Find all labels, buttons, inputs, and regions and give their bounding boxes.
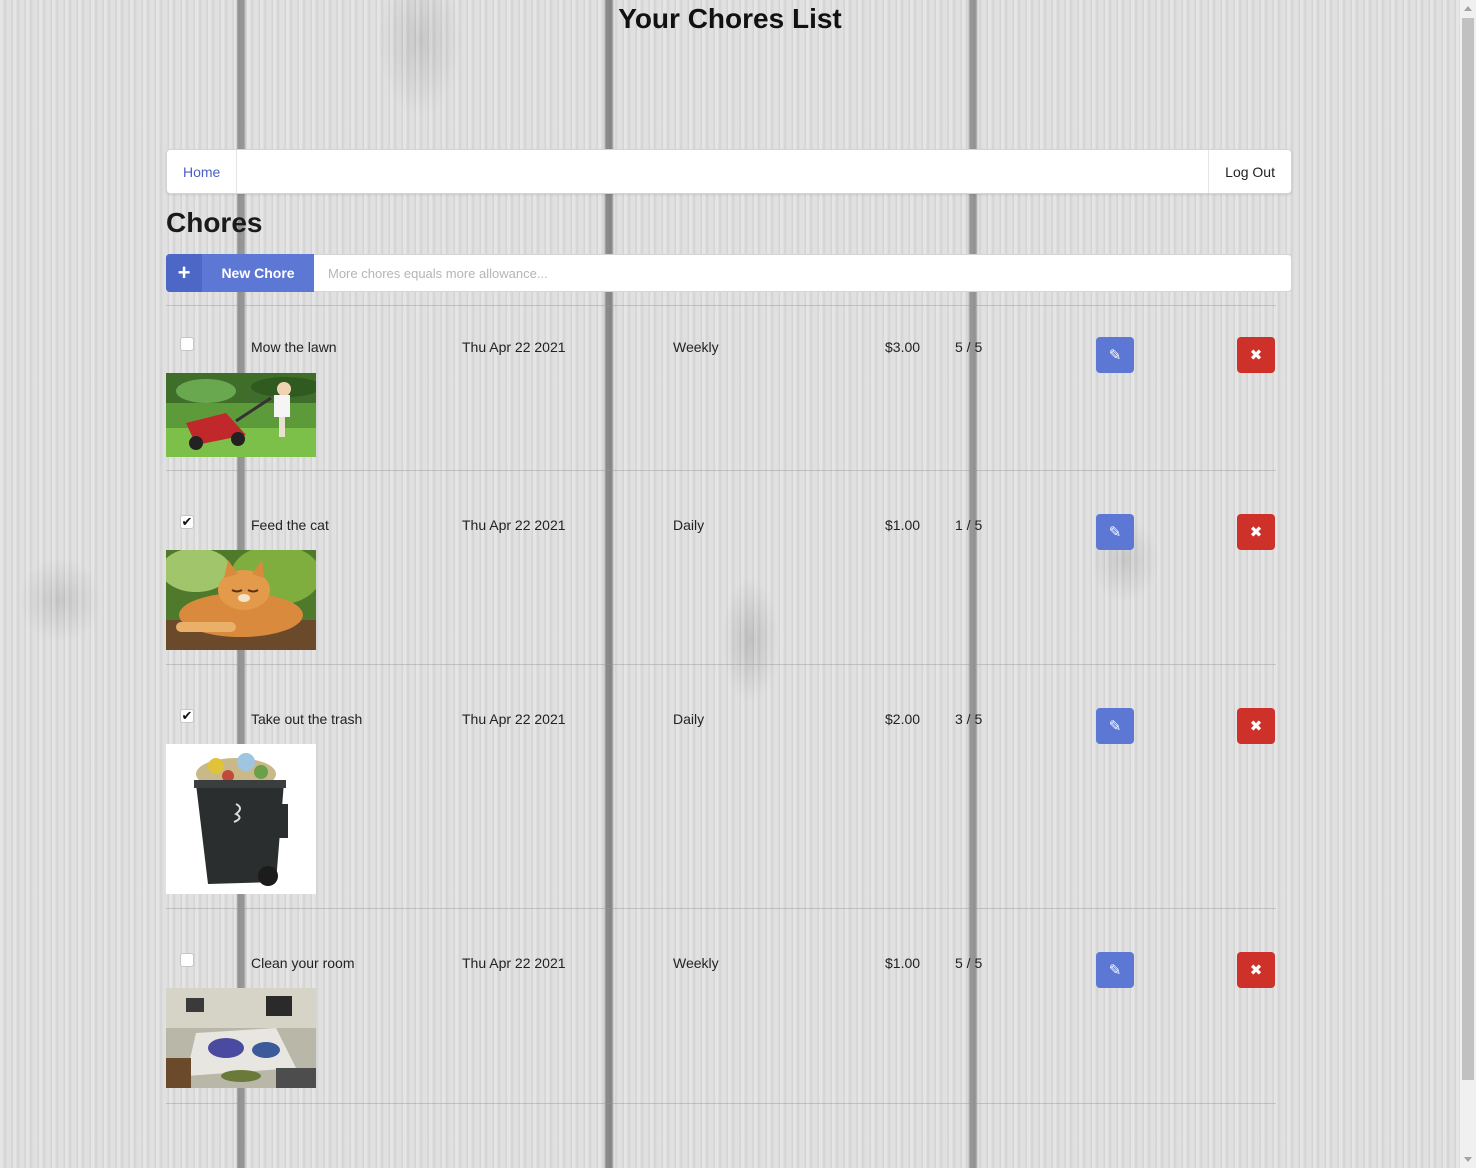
- new-chore-bar: + New Chore: [166, 254, 1292, 292]
- check-icon: ✔: [181, 514, 193, 529]
- chore-price: $1.00: [885, 955, 921, 971]
- chore-row: ✔ Take out the trash Thu Apr 22 2021 Dai…: [166, 664, 1276, 909]
- close-icon: ✖: [1249, 347, 1263, 364]
- chore-date: Thu Apr 22 2021: [462, 517, 566, 533]
- top-navbar: Home Log Out: [166, 149, 1292, 194]
- chore-count: 5 / 5: [955, 955, 983, 971]
- new-chore-button[interactable]: + New Chore: [166, 254, 314, 292]
- page-title: Your Chores List: [618, 3, 842, 34]
- section-title: Chores: [166, 207, 263, 238]
- scroll-down-arrow-icon[interactable]: [1464, 1157, 1472, 1162]
- chore-name: Feed the cat: [251, 517, 329, 533]
- delete-chore-button[interactable]: ✖: [1237, 952, 1275, 988]
- chore-name: Clean your room: [251, 955, 355, 971]
- edit-chore-button[interactable]: ✎: [1096, 514, 1134, 550]
- chore-price: $1.00: [885, 517, 921, 533]
- pencil-icon: ✎: [1108, 962, 1122, 979]
- delete-chore-button[interactable]: ✖: [1237, 514, 1275, 550]
- chore-price: $3.00: [885, 339, 921, 355]
- chore-row: ✔ Feed the cat Thu Apr 22 2021 Daily $1.…: [166, 470, 1276, 665]
- edit-chore-button[interactable]: ✎: [1096, 337, 1134, 373]
- logout-link[interactable]: Log Out: [1208, 150, 1291, 193]
- cat-photo: [166, 550, 316, 650]
- chore-frequency: Weekly: [673, 339, 719, 355]
- chore-count: 3 / 5: [955, 711, 983, 727]
- edit-chore-button[interactable]: ✎: [1096, 952, 1134, 988]
- chore-name: Mow the lawn: [251, 339, 337, 355]
- chore-row: Clean your room Thu Apr 22 2021 Weekly $…: [166, 908, 1276, 1104]
- pencil-icon: ✎: [1108, 718, 1122, 735]
- chore-date: Thu Apr 22 2021: [462, 955, 566, 971]
- chore-complete-checkbox[interactable]: [180, 953, 194, 967]
- chore-frequency: Daily: [673, 517, 705, 533]
- lawn-mower-photo: [166, 373, 316, 457]
- chore-complete-checkbox[interactable]: [180, 337, 194, 351]
- delete-chore-button[interactable]: ✖: [1237, 337, 1275, 373]
- close-icon: ✖: [1249, 718, 1263, 735]
- check-icon: ✔: [181, 708, 193, 723]
- chore-name: Take out the trash: [251, 711, 363, 727]
- new-chore-button-label: New Chore: [221, 265, 295, 281]
- pencil-icon: ✎: [1108, 524, 1122, 541]
- scrollbar-thumb[interactable]: [1462, 18, 1474, 1080]
- chore-complete-checkbox[interactable]: ✔: [180, 515, 194, 529]
- trash-bin-photo: [166, 744, 316, 894]
- chore-row: Mow the lawn Thu Apr 22 2021 Weekly $3.0…: [166, 306, 1276, 471]
- messy-room-photo: [166, 988, 316, 1088]
- vertical-scrollbar[interactable]: [1460, 0, 1476, 1168]
- edit-chore-button[interactable]: ✎: [1096, 708, 1134, 744]
- chore-frequency: Weekly: [673, 955, 719, 971]
- chore-complete-checkbox[interactable]: ✔: [180, 709, 194, 723]
- close-icon: ✖: [1249, 524, 1263, 541]
- pencil-icon: ✎: [1108, 347, 1122, 364]
- scroll-up-arrow-icon[interactable]: [1464, 6, 1472, 11]
- plus-icon: +: [166, 254, 202, 292]
- chore-frequency: Daily: [673, 711, 705, 727]
- chore-count: 5 / 5: [955, 339, 983, 355]
- nav-home-link[interactable]: Home: [167, 150, 238, 193]
- new-chore-input[interactable]: [314, 254, 1292, 292]
- chore-price: $2.00: [885, 711, 921, 727]
- chore-count: 1 / 5: [955, 517, 983, 533]
- close-icon: ✖: [1249, 962, 1263, 979]
- delete-chore-button[interactable]: ✖: [1237, 708, 1275, 744]
- chore-date: Thu Apr 22 2021: [462, 339, 566, 355]
- chore-date: Thu Apr 22 2021: [462, 711, 566, 727]
